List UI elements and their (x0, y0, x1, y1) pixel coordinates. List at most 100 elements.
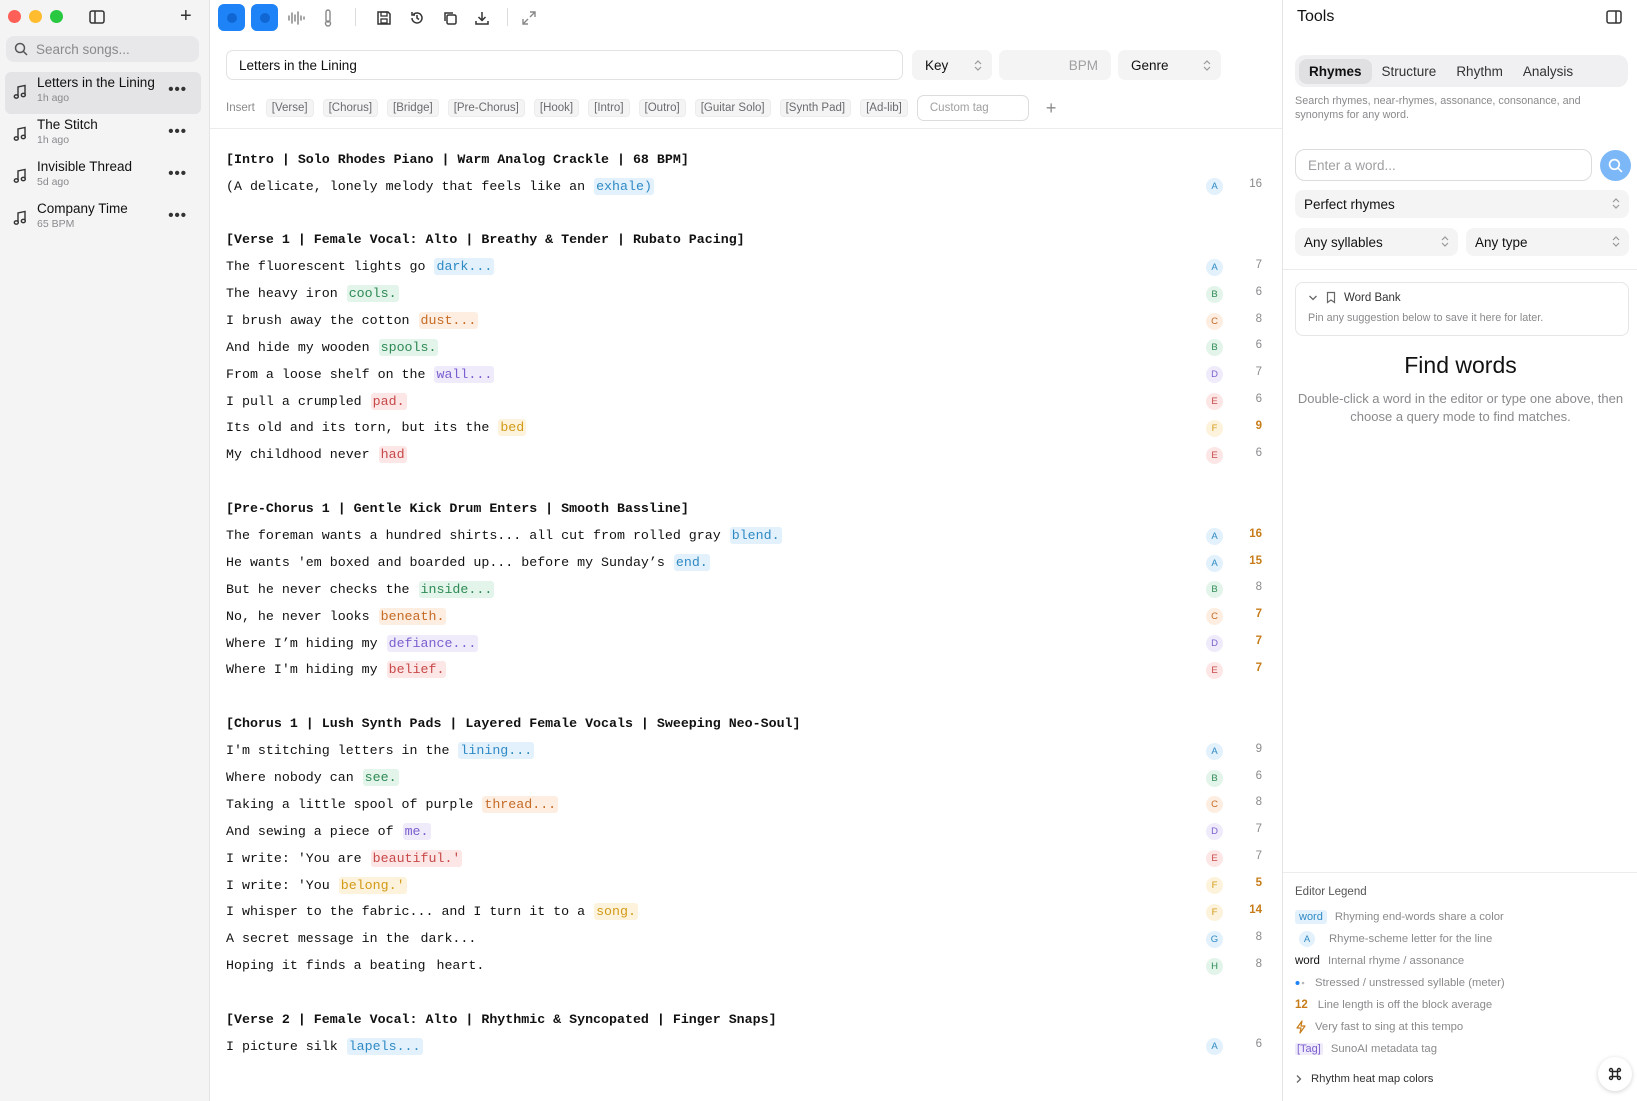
word-input[interactable]: Enter a word... (1295, 149, 1592, 181)
word-bank-header[interactable]: Word Bank (1308, 291, 1401, 304)
tab-structure[interactable]: Structure (1372, 59, 1447, 84)
lyric-line[interactable]: I picture silk lapels... A 6 (226, 1035, 1276, 1057)
query-mode-select[interactable]: Perfect rhymes (1295, 190, 1629, 218)
command-button[interactable] (1598, 1057, 1632, 1091)
lyric-line[interactable]: I brush away the cotton dust... C 8 (226, 310, 1276, 332)
fullscreen-button[interactable] (515, 4, 542, 31)
key-select[interactable]: Key (912, 50, 992, 80)
lyric-line[interactable]: The foreman wants a hundred shirts... al… (226, 525, 1276, 547)
type-select[interactable]: Any type (1466, 228, 1629, 256)
lyric-line[interactable]: He wants 'em boxed and boarded up... bef… (226, 552, 1276, 574)
lyric-line[interactable]: My childhood never had E 6 (226, 444, 1276, 466)
lyric-line[interactable]: Where I’m hiding my defiance... D 7 (226, 632, 1276, 654)
lyric-line[interactable]: I'm stitching letters in the lining... A 9 (226, 740, 1276, 762)
zoom-window-button[interactable] (50, 10, 63, 23)
song-more-button[interactable]: ••• (168, 123, 187, 140)
syllable-count: 7 (1255, 366, 1262, 379)
end-word: beneath. (378, 607, 447, 625)
song-more-button[interactable]: ••• (168, 207, 187, 224)
section-tag-line[interactable]: [Pre-Chorus 1 | Gentle Kick Drum Enters … (226, 498, 1276, 520)
legend-tag-desc: SunoAI metadata tag (1330, 1043, 1437, 1055)
minimize-window-button[interactable] (29, 10, 42, 23)
section-tag-line[interactable]: [Verse 1 | Female Vocal: Alto | Breathy … (226, 229, 1276, 251)
lyric-line[interactable]: I write: 'You are beautiful.' E 7 (226, 847, 1276, 869)
end-word: end. (673, 554, 710, 571)
history-button[interactable] (403, 4, 430, 31)
lyric-line[interactable]: (A delicate, lonely melody that feels li… (226, 175, 1276, 197)
insert-chip[interactable]: [Verse] (265, 99, 314, 117)
duplicate-button[interactable] (436, 4, 463, 31)
title-field[interactable]: Letters in the Lining (226, 50, 903, 80)
lyric-line[interactable]: A secret message in the dark... G 8 (226, 928, 1276, 950)
syllables-select[interactable]: Any syllables (1295, 228, 1458, 256)
lyric-line[interactable]: Its old and its torn, but its the bed F 9 (226, 417, 1276, 439)
save-icon (376, 10, 391, 25)
search-input[interactable] (36, 41, 186, 57)
legend-word-sample: word (1295, 910, 1327, 924)
close-window-button[interactable] (8, 10, 21, 23)
syllable-count: 8 (1255, 957, 1262, 970)
export-button[interactable] (468, 4, 495, 31)
lyric-line[interactable]: Taking a little spool of purple thread..… (226, 793, 1276, 815)
lyric-line[interactable]: From a loose shelf on the wall... D 7 (226, 363, 1276, 385)
lyric-line[interactable]: Where nobody can see. B 6 (226, 767, 1276, 789)
song-more-button[interactable]: ••• (168, 165, 187, 182)
bpm-field[interactable]: BPM (999, 50, 1111, 80)
lyric-line[interactable]: I whisper to the fabric... and I turn it… (226, 901, 1276, 923)
song-item[interactable]: Letters in the Lining 1h ago ••• (5, 72, 201, 114)
song-more-button[interactable]: ••• (168, 81, 187, 98)
command-icon (1608, 1067, 1622, 1081)
lyric-line[interactable]: Hoping it finds a beating heart. H 8 (226, 955, 1276, 977)
new-song-button[interactable]: + (180, 6, 192, 26)
lyric-line[interactable]: No, he never looks beneath. C 7 (226, 605, 1276, 627)
genre-select[interactable]: Genre (1118, 50, 1221, 80)
line-text: Where I'm hiding my (226, 662, 386, 678)
insert-chip[interactable]: [Guitar Solo] (694, 99, 771, 117)
panel-toggle-icon[interactable] (1605, 8, 1623, 26)
song-item[interactable]: Company Time 65 BPM ••• (5, 198, 201, 240)
insert-chip[interactable]: [Bridge] (387, 99, 439, 117)
section-tag-line[interactable]: [Verse 2 | Female Vocal: Alto | Rhythmic… (226, 1008, 1276, 1030)
waveform-button[interactable] (282, 4, 309, 31)
insert-chip[interactable]: [Synth Pad] (779, 99, 852, 117)
lyric-line[interactable]: But he never checks the inside... B 8 (226, 578, 1276, 600)
word-bank[interactable]: Word Bank Pin any suggestion below to sa… (1295, 282, 1629, 336)
music-note-icon (13, 84, 27, 99)
insert-chip[interactable]: [Intro] (588, 99, 630, 117)
custom-tag-input[interactable]: Custom tag (916, 95, 1029, 121)
tools-panel: Tools Rhymes Structure Rhythm Analysis Sear… (1282, 0, 1637, 1101)
save-button[interactable] (370, 4, 397, 31)
insert-tag-bar: Insert [Verse] [Chorus] [Bridge] [Pre-Choru… (226, 94, 1056, 122)
lyric-line[interactable]: The fluorescent lights go dark... A 7 (226, 256, 1276, 278)
add-tag-button[interactable]: + (1046, 98, 1057, 119)
temperature-button[interactable] (314, 4, 341, 31)
expand-icon (521, 10, 536, 25)
lyric-line[interactable]: The heavy iron cools. B 6 (226, 283, 1276, 305)
syllable-count: 9 (1255, 742, 1262, 755)
lyric-line[interactable]: Where I'm hiding my belief. E 7 (226, 659, 1276, 681)
lyric-line[interactable]: I write: 'You belong.' F 5 (226, 874, 1276, 896)
sidebar-toggle-icon[interactable] (88, 8, 106, 26)
insert-chip[interactable]: [Hook] (533, 99, 580, 117)
rhyme-highlight-button[interactable] (251, 4, 278, 31)
insert-chip[interactable]: [Outro] (638, 99, 686, 117)
lyric-line[interactable]: And sewing a piece of me. D 7 (226, 820, 1276, 842)
insert-chip[interactable]: [Chorus] (322, 99, 379, 117)
lyric-line[interactable]: And hide my wooden spools. B 6 (226, 336, 1276, 358)
end-word: cools. (346, 285, 399, 303)
type-value: Any type (1475, 234, 1528, 250)
insert-chip[interactable]: [Pre-Chorus] (447, 99, 525, 117)
section-tag-line[interactable]: [Intro | Solo Rhodes Piano | Warm Analog… (226, 148, 1276, 170)
tab-rhymes[interactable]: Rhymes (1299, 58, 1372, 84)
tab-analysis[interactable]: Analysis (1513, 59, 1583, 84)
song-item[interactable]: Invisible Thread 5d ago ••• (5, 156, 201, 198)
view-mode-button[interactable] (218, 4, 245, 31)
lyric-line[interactable]: I pull a crumpled pad. E 6 (226, 390, 1276, 412)
word-search-button[interactable] (1600, 150, 1631, 181)
section-tag-line[interactable]: [Chorus 1 | Lush Synth Pads | Layered Fe… (226, 713, 1276, 735)
heat-map-toggle[interactable]: Rhythm heat map colors (1295, 1073, 1433, 1085)
insert-chip[interactable]: [Ad-lib] (860, 99, 908, 117)
tab-rhythm[interactable]: Rhythm (1446, 59, 1513, 84)
song-item[interactable]: The Stitch 1h ago ••• (5, 114, 201, 156)
song-title: The Stitch (37, 117, 98, 132)
